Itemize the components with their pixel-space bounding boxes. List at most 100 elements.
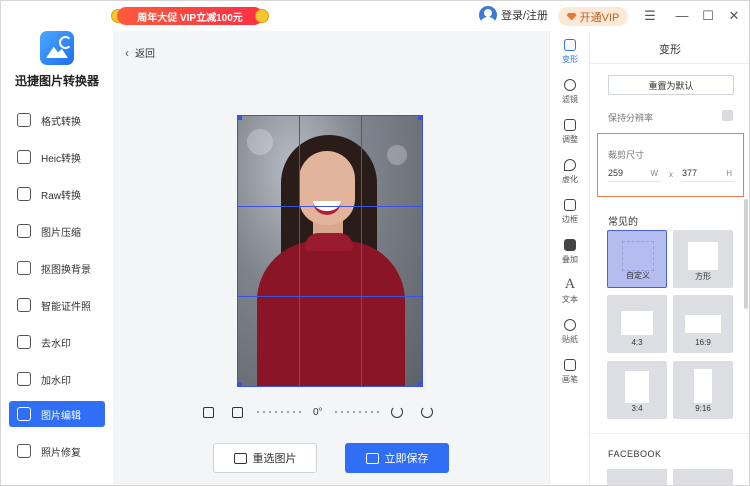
heic-icon bbox=[17, 150, 31, 164]
rotation-slider-right[interactable] bbox=[334, 411, 379, 413]
preset-label: 自定义 bbox=[626, 271, 650, 280]
adjust-icon bbox=[564, 119, 576, 131]
preset-4-3[interactable]: 4:3 bbox=[607, 295, 667, 353]
tool-filter[interactable]: 滤镜 bbox=[550, 75, 590, 111]
promo-banner[interactable]: 周年大促 VIP立减100元 bbox=[117, 7, 263, 25]
sidebar-item-remove-watermark[interactable]: 去水印 bbox=[9, 329, 105, 355]
sidebar-item-compress[interactable]: 图片压缩 bbox=[9, 218, 105, 244]
transform-panel: 变形 重置为默认 保持分辨率 裁剪尺寸 259 W x 377 H 常见的 自定… bbox=[589, 31, 749, 485]
preset-3-4[interactable]: 3:4 bbox=[607, 361, 667, 419]
sidebar-item-format-convert[interactable]: 格式转换 bbox=[9, 107, 105, 133]
flip-vertical-icon[interactable] bbox=[232, 406, 243, 418]
avatar-icon bbox=[479, 6, 497, 24]
tool-strip: 变形 滤镜 调整 虚化 边框 叠加 A 文本 贴纸 画笔 bbox=[549, 31, 590, 485]
id-photo-icon bbox=[17, 298, 31, 312]
crop-width-input[interactable]: 259 W bbox=[608, 166, 660, 182]
preset-16-9[interactable]: 16:9 bbox=[673, 295, 733, 353]
crop-handle-top-right[interactable] bbox=[418, 115, 423, 120]
back-button[interactable]: ‹ 返回 bbox=[125, 45, 155, 61]
preset-square[interactable]: 方形 bbox=[673, 230, 733, 288]
keep-resolution-checkbox[interactable] bbox=[722, 110, 733, 121]
raw-icon bbox=[17, 187, 31, 201]
preset-shape bbox=[694, 369, 712, 403]
maximize-button[interactable]: ☐ bbox=[699, 7, 717, 25]
edited-photo[interactable] bbox=[237, 115, 423, 387]
reset-default-button[interactable]: 重置为默认 bbox=[608, 75, 734, 95]
tool-border[interactable]: 边框 bbox=[550, 195, 590, 231]
editor-canvas: ‹ 返回 0° 重选图片 立即保存 bbox=[113, 31, 549, 485]
crop-handle-bottom-right[interactable] bbox=[418, 382, 423, 387]
facebook-section-label: FACEBOOK bbox=[608, 449, 662, 459]
title-bar: 周年大促 VIP立减100元 登录/注册 开通VIP ☰ — ☐ ✕ bbox=[1, 1, 749, 31]
panel-title: 变形 bbox=[659, 44, 681, 56]
preset-9-16[interactable]: 9:16 bbox=[673, 361, 733, 419]
tool-transform[interactable]: 变形 bbox=[550, 35, 590, 71]
brush-icon bbox=[564, 359, 576, 371]
edit-image-icon bbox=[17, 407, 31, 421]
swap-icon bbox=[17, 113, 31, 127]
tool-blur[interactable]: 虚化 bbox=[550, 155, 590, 191]
preset-shape bbox=[622, 241, 654, 271]
compress-icon bbox=[17, 224, 31, 238]
sidebar-item-label: 去水印 bbox=[41, 338, 71, 350]
height-unit: H bbox=[726, 169, 732, 178]
preset-facebook[interactable] bbox=[607, 469, 667, 485]
save-now-button[interactable]: 立即保存 bbox=[345, 443, 449, 473]
tool-sticker[interactable]: 贴纸 bbox=[550, 315, 590, 351]
cutout-icon bbox=[17, 261, 31, 275]
crop-frame[interactable] bbox=[237, 115, 423, 387]
login-label: 登录/注册 bbox=[501, 10, 549, 22]
rotate-left-icon[interactable] bbox=[390, 406, 403, 418]
tool-text[interactable]: A 文本 bbox=[550, 275, 590, 311]
sidebar-item-label: 加水印 bbox=[41, 375, 71, 387]
preset-shape bbox=[625, 371, 649, 403]
crop-handle-top-left[interactable] bbox=[237, 115, 242, 120]
rotate-right-icon[interactable] bbox=[420, 406, 433, 418]
crop-handle-bottom-left[interactable] bbox=[237, 382, 242, 387]
sidebar-item-heic-convert[interactable]: Heic转换 bbox=[9, 144, 105, 170]
sidebar-item-photo-repair[interactable]: 照片修复 bbox=[9, 438, 105, 464]
preset-label: 16:9 bbox=[695, 338, 711, 347]
download-icon bbox=[365, 452, 379, 464]
close-button[interactable]: ✕ bbox=[725, 7, 743, 25]
photo-repair-icon bbox=[17, 444, 31, 458]
open-vip-button[interactable]: 开通VIP bbox=[558, 7, 628, 26]
droplet-icon bbox=[564, 159, 576, 171]
rotation-slider-left[interactable] bbox=[257, 411, 301, 413]
panel-scrollbar[interactable] bbox=[744, 199, 748, 309]
preset-label: 3:4 bbox=[631, 404, 643, 413]
app-window: 周年大促 VIP立减100元 登录/注册 开通VIP ☰ — ☐ ✕ 迅捷图片转… bbox=[0, 0, 750, 486]
chevron-left-icon: ‹ bbox=[125, 45, 129, 60]
sidebar-item-raw-convert[interactable]: Raw转换 bbox=[9, 181, 105, 207]
tool-brush[interactable]: 画笔 bbox=[550, 355, 590, 391]
sidebar: 迅捷图片转换器 格式转换 Heic转换 Raw转换 图片压缩 抠图换背景 智能证… bbox=[1, 31, 113, 485]
tool-label: 边框 bbox=[562, 215, 578, 224]
minimize-button[interactable]: — bbox=[673, 7, 691, 25]
sidebar-item-image-edit[interactable]: 图片编辑 bbox=[9, 401, 105, 427]
tool-label: 贴纸 bbox=[562, 335, 578, 344]
preset-label: 方形 bbox=[695, 272, 711, 281]
tool-adjust[interactable]: 调整 bbox=[550, 115, 590, 151]
tool-label: 虚化 bbox=[562, 175, 578, 184]
tool-overlay[interactable]: 叠加 bbox=[550, 235, 590, 271]
vip-label: 开通VIP bbox=[579, 11, 620, 24]
preset-facebook[interactable] bbox=[673, 469, 733, 485]
panel-divider bbox=[590, 433, 749, 434]
tool-label: 变形 bbox=[562, 55, 578, 64]
preset-custom[interactable]: 自定义 bbox=[607, 230, 667, 288]
reselect-image-button[interactable]: 重选图片 bbox=[213, 443, 317, 473]
sidebar-item-id-photo[interactable]: 智能证件照 bbox=[9, 292, 105, 318]
sidebar-item-add-watermark[interactable]: 加水印 bbox=[9, 366, 105, 392]
preset-shape bbox=[621, 311, 653, 335]
sidebar-item-label: 智能证件照 bbox=[41, 301, 91, 313]
sidebar-item-label: 抠图换背景 bbox=[41, 264, 91, 276]
flip-horizontal-icon[interactable] bbox=[203, 406, 214, 418]
diamond-icon bbox=[566, 12, 577, 21]
crop-height-input[interactable]: 377 H bbox=[682, 166, 734, 182]
sidebar-item-cutout[interactable]: 抠图换背景 bbox=[9, 255, 105, 281]
overlay-icon bbox=[564, 239, 576, 251]
login-button[interactable]: 登录/注册 bbox=[479, 6, 548, 24]
size-separator: x bbox=[669, 170, 673, 179]
menu-button[interactable]: ☰ bbox=[641, 7, 659, 25]
crop-size-label: 裁剪尺寸 bbox=[608, 150, 645, 160]
